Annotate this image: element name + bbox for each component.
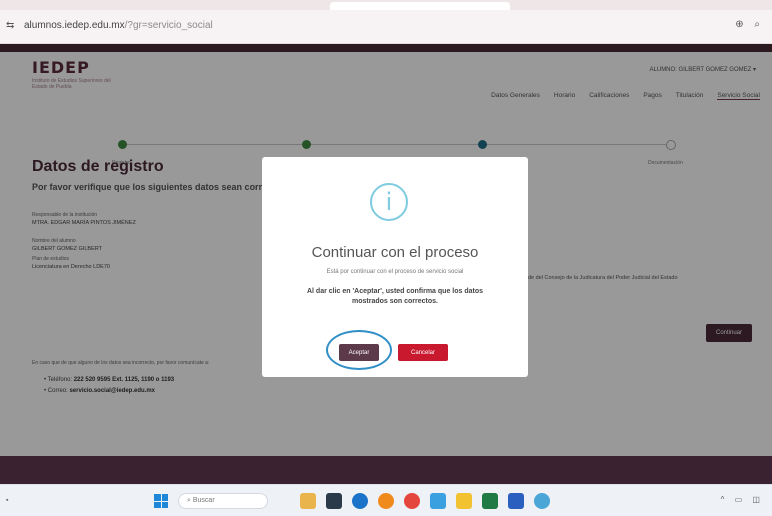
url-host: alumnos.iedep.edu.mx	[24, 20, 125, 31]
system-tray[interactable]: ^ ▭ ◫	[721, 495, 764, 504]
browser-tab[interactable]	[330, 2, 510, 10]
highlight-ring	[326, 330, 392, 370]
site-info-icon[interactable]: ⇆	[6, 21, 18, 31]
dialog-message: Está por continuar con el proceso de ser…	[326, 269, 464, 275]
browser-action-icons[interactable]: ⊕ ⌕	[735, 19, 764, 30]
taskbar-app-firefox-icon[interactable]	[378, 493, 394, 509]
browser-toolbar: ⇆ alumnos.iedep.edu.mx/?gr=servicio_soci…	[0, 0, 772, 44]
taskbar-app-other-icon[interactable]	[534, 493, 550, 509]
windows-start-icon[interactable]	[154, 494, 168, 508]
taskbar-app-taskview-icon[interactable]	[326, 493, 342, 509]
site-footer	[0, 456, 772, 484]
address-bar[interactable]: alumnos.iedep.edu.mx/?gr=servicio_social	[24, 20, 213, 31]
dialog-title: Continuar con el proceso	[311, 244, 479, 261]
taskbar-app-explorer-icon[interactable]	[456, 493, 472, 509]
url-path: /?gr=servicio_social	[124, 20, 213, 31]
confirm-dialog: i Continuar con el proceso Está por cont…	[262, 157, 528, 377]
os-taskbar: ▪ ⌕ Buscar ^ ▭ ◫	[0, 484, 772, 516]
info-icon: i	[370, 183, 408, 221]
taskbar-app-edge-icon[interactable]	[352, 493, 368, 509]
taskbar-app-word-icon[interactable]	[508, 493, 524, 509]
taskbar-app-store-icon[interactable]	[430, 493, 446, 509]
search-label: Buscar	[192, 497, 215, 504]
taskbar-search[interactable]: ⌕ Buscar	[178, 493, 268, 509]
taskbar-app-widgets-icon[interactable]	[300, 493, 316, 509]
taskbar-app-chrome-icon[interactable]	[404, 493, 420, 509]
taskbar-left-icon[interactable]: ▪	[6, 497, 8, 504]
cancel-button[interactable]: Cancelar	[398, 344, 448, 361]
dialog-confirmation-text: Al dar clic en 'Aceptar', usted confirma…	[306, 288, 484, 305]
taskbar-app-excel-icon[interactable]	[482, 493, 498, 509]
